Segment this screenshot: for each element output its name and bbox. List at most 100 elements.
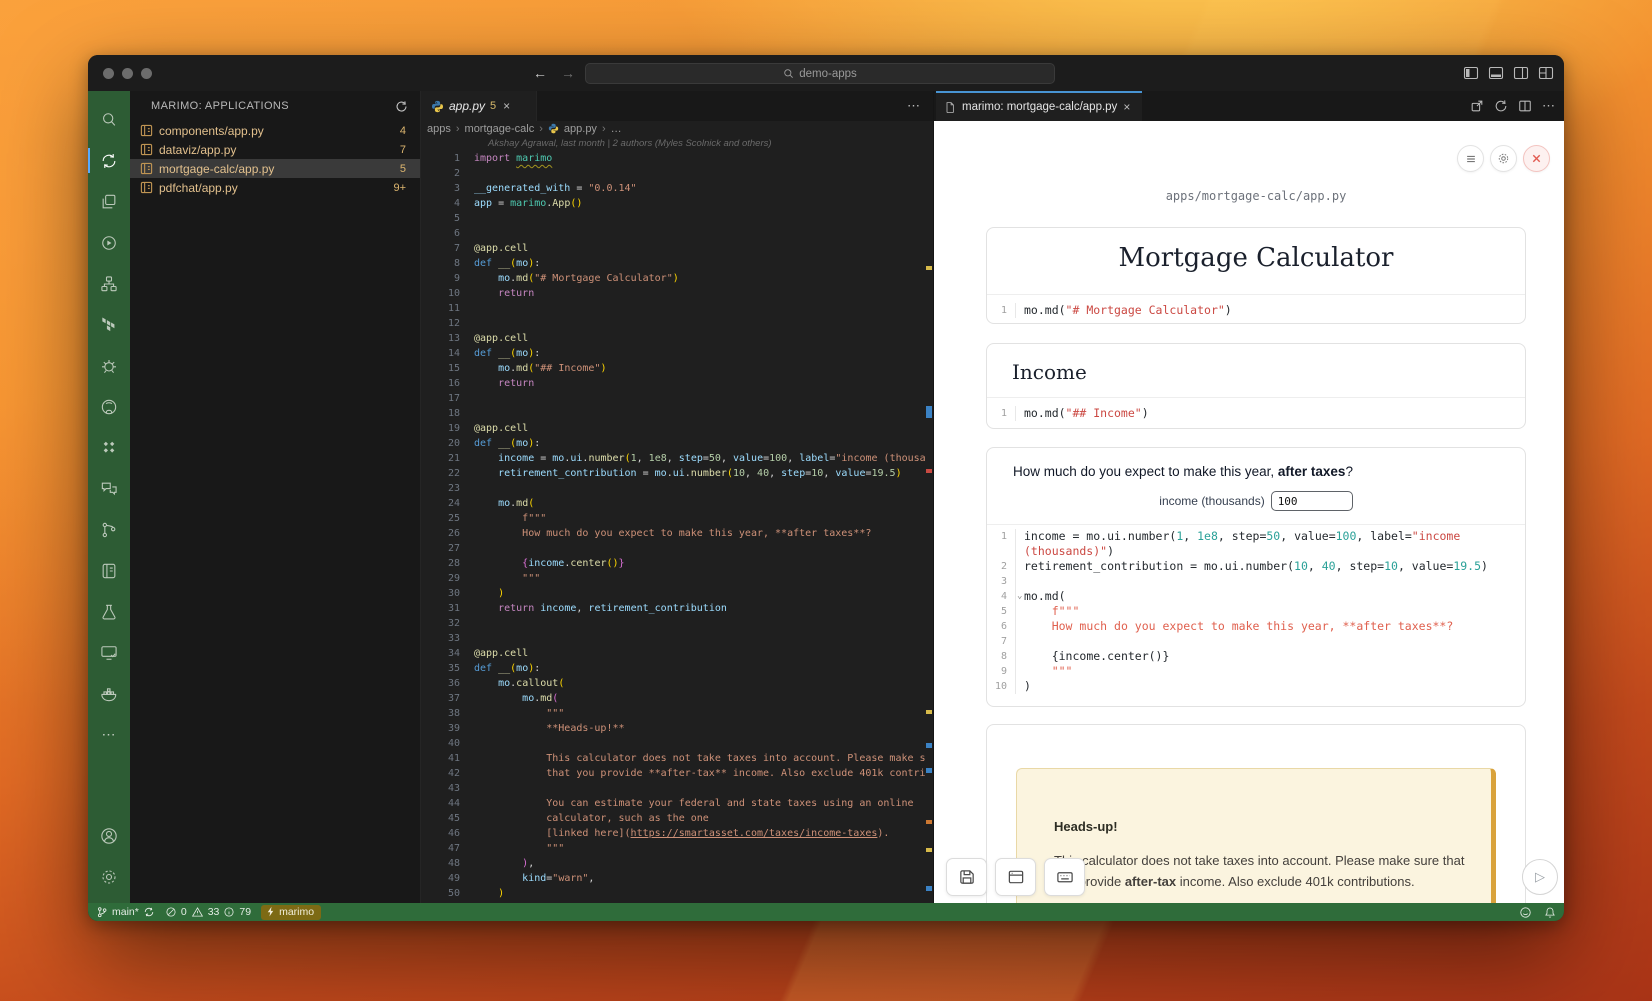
sidebar-item-dataviz[interactable]: dataviz/app.py 7 [130, 140, 420, 159]
more-actions-icon[interactable]: ⋯ [1542, 98, 1556, 114]
feedback-smiley-icon[interactable] [1519, 906, 1532, 919]
code-line: 48 ), [421, 856, 925, 871]
customize-layout-icon[interactable] [1538, 65, 1554, 81]
forward-icon[interactable]: → [561, 65, 575, 81]
sidebar-item-mortgage-calc[interactable]: mortgage-calc/app.py 5 [130, 159, 420, 178]
shutdown-icon[interactable] [1523, 145, 1550, 172]
tab-app-py[interactable]: app.py 5 × [421, 91, 537, 121]
settings-gear-icon[interactable] [88, 856, 130, 897]
docker-view-icon[interactable] [88, 673, 130, 714]
file-icon [944, 101, 956, 114]
search-workspace-label: demo-apps [799, 68, 857, 80]
chevron-right-icon: › [539, 123, 543, 135]
refresh-icon[interactable] [395, 100, 408, 113]
cell-code[interactable]: 1mo.md("## Income") [987, 397, 1525, 429]
code-line: 30 ) [421, 586, 925, 601]
code-line: 26 How much do you expect to make this y… [421, 526, 925, 541]
hierarchy-view-icon[interactable] [88, 263, 130, 304]
toggle-panel-icon[interactable] [1488, 65, 1504, 81]
marimo-status-label: marimo [279, 906, 314, 918]
tab-dirty-badge: 5 [490, 100, 496, 112]
file-label: components/app.py [159, 124, 264, 138]
zoom-window-button[interactable] [141, 68, 152, 79]
remote-explorer-view-icon[interactable] [88, 632, 130, 673]
breadcrumb-symbol[interactable]: … [611, 123, 622, 135]
income-input-row: income (thousands) [987, 491, 1525, 511]
file-label: dataviz/app.py [159, 143, 236, 157]
command-center-search[interactable]: demo-apps [585, 63, 1055, 84]
close-tab-icon[interactable]: × [503, 99, 510, 113]
reload-icon[interactable] [1494, 99, 1508, 113]
back-icon[interactable]: ← [533, 65, 547, 81]
code-line: 1import marimo [421, 151, 925, 166]
code-editor[interactable]: Akshay Agrawal, last month | 2 authors (… [421, 136, 933, 903]
toggle-secondary-sidebar-icon[interactable] [1513, 65, 1529, 81]
notebook-view-icon[interactable] [88, 550, 130, 591]
sidebar-item-pdfchat[interactable]: pdfchat/app.py 9+ [130, 178, 420, 197]
code-line: 10) [987, 679, 1525, 694]
cell-code[interactable]: 1income = mo.ui.number(1, 1e8, step=50, … [987, 524, 1525, 698]
close-tab-icon[interactable]: × [1123, 100, 1130, 114]
breadcrumb-file[interactable]: app.py [564, 123, 597, 135]
save-button[interactable] [946, 858, 987, 896]
code-line: 41 This calculator does not take taxes i… [421, 751, 925, 766]
problems-status[interactable]: 0 33 79 [165, 906, 251, 918]
callout-paragraph-2: You can estimate your federal and state … [1054, 901, 1471, 904]
minimize-window-button[interactable] [122, 68, 133, 79]
overview-ruler-mark [926, 266, 932, 270]
tab-marimo-webview[interactable]: marimo: mortgage-calc/app.py × [936, 91, 1142, 121]
breadcrumb-folder[interactable]: mortgage-calc [465, 123, 535, 135]
overview-ruler-mark [926, 469, 932, 473]
code-line: 22 retirement_contribution = mo.ui.numbe… [421, 466, 925, 481]
code-line: 1mo.md("# Mortgage Calculator") [987, 303, 1511, 318]
notebook-file-icon [140, 181, 153, 194]
code-line: 25 f""" [421, 511, 925, 526]
overview-ruler-mark [926, 820, 932, 824]
marimo-view-icon[interactable] [88, 140, 130, 181]
terraform-view-icon[interactable] [88, 304, 130, 345]
overview-ruler[interactable] [925, 151, 933, 903]
git-graph-view-icon[interactable] [88, 509, 130, 550]
marimo-status-item[interactable]: marimo [261, 905, 321, 920]
overview-ruler-mark [926, 768, 932, 773]
file-label: mortgage-calc/app.py [159, 162, 274, 176]
code-line: 32 [421, 616, 925, 631]
open-external-icon[interactable] [1470, 99, 1484, 113]
breadcrumb-apps[interactable]: apps [427, 123, 451, 135]
open-browser-button[interactable] [995, 858, 1036, 896]
run-all-button[interactable]: ▷ [1522, 859, 1558, 895]
code-line: 18 [421, 406, 925, 421]
editor-actions-more-icon[interactable]: ⋯ [907, 91, 921, 121]
run-view-icon[interactable] [88, 222, 130, 263]
search-view-icon[interactable] [88, 99, 130, 140]
search-icon [783, 68, 794, 79]
git-branch-status[interactable]: main* [96, 905, 155, 919]
notifications-bell-icon[interactable] [1544, 906, 1556, 919]
more-views-icon[interactable]: ⋯ [88, 714, 130, 755]
layout-controls [1463, 55, 1554, 91]
cell-code[interactable]: 1mo.md("# Mortgage Calculator") [987, 294, 1525, 324]
account-icon[interactable] [88, 815, 130, 856]
code-line: 50 ) [421, 886, 925, 901]
rust-view-icon[interactable] [88, 345, 130, 386]
code-line: 42 that you provide **after-tax** income… [421, 766, 925, 781]
keyboard-shortcuts-button[interactable] [1044, 858, 1085, 896]
split-editor-icon[interactable] [1518, 99, 1532, 113]
diamonds-view-icon[interactable] [88, 427, 130, 468]
close-window-button[interactable] [103, 68, 114, 79]
overview-ruler-mark [926, 743, 932, 748]
sidebar-item-components[interactable]: components/app.py 4 [130, 121, 420, 140]
git-blame-annotation: Akshay Agrawal, last month | 2 authors (… [421, 136, 933, 151]
income-number-input[interactable] [1271, 491, 1353, 511]
notebook-file-icon [140, 143, 153, 156]
desktop-wallpaper: ← → demo-apps [0, 0, 1652, 1001]
github-view-icon[interactable] [88, 386, 130, 427]
problem-badge: 4 [400, 125, 406, 137]
marimo-panel-group: marimo: mortgage-calc/app.py × ⋯ ap [933, 91, 1564, 903]
copies-view-icon[interactable] [88, 181, 130, 222]
toggle-sidebar-icon[interactable] [1463, 65, 1479, 81]
notebook-file-icon [140, 162, 153, 175]
comments-view-icon[interactable] [88, 468, 130, 509]
beaker-view-icon[interactable] [88, 591, 130, 632]
status-bar: main* 0 33 79 marimo [88, 903, 1564, 921]
